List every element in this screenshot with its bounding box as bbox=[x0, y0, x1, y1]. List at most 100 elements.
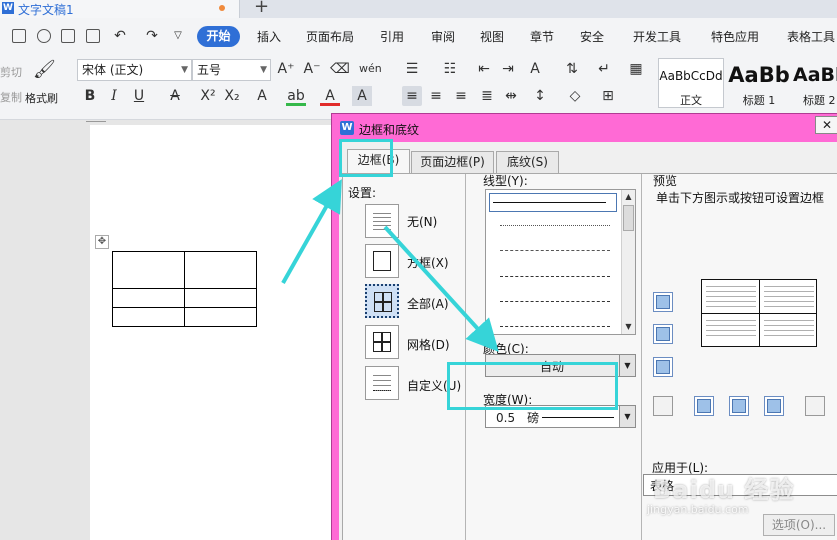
numbered-list-icon[interactable]: ☷ bbox=[440, 59, 460, 79]
tab-view[interactable]: 视图 bbox=[480, 28, 504, 45]
phonetic-guide-icon[interactable]: wén bbox=[359, 59, 382, 79]
scroll-up-icon[interactable]: ▲ bbox=[622, 190, 635, 204]
table-cell[interactable] bbox=[184, 307, 257, 327]
line-style-dash-dot-dot[interactable] bbox=[500, 326, 610, 327]
grow-font-icon[interactable]: A⁺ bbox=[276, 59, 296, 79]
setting-all-icon[interactable] bbox=[365, 284, 399, 318]
format-painter-button[interactable]: 格式刷 bbox=[25, 90, 58, 106]
line-spacing-icon[interactable]: ↕ bbox=[530, 86, 550, 106]
save-icon[interactable] bbox=[12, 29, 26, 43]
cut-button[interactable]: 剪切 bbox=[0, 64, 22, 80]
output-pdf-icon[interactable] bbox=[37, 29, 51, 43]
line-style-scrollbar[interactable]: ▲ ▼ bbox=[621, 190, 635, 334]
tab-special-apps[interactable]: 特色应用 bbox=[711, 28, 759, 45]
font-color-icon[interactable]: A bbox=[320, 86, 340, 106]
left-border-button[interactable] bbox=[694, 396, 714, 416]
tab-chapter[interactable]: 章节 bbox=[530, 28, 554, 45]
tab-insert[interactable]: 插入 bbox=[257, 28, 281, 45]
decrease-indent-icon[interactable]: ⇤ bbox=[474, 59, 494, 79]
character-shading-icon[interactable]: A bbox=[352, 86, 372, 106]
print-preview-icon[interactable] bbox=[86, 29, 100, 43]
subscript-icon[interactable]: X₂ bbox=[222, 86, 242, 106]
chevron-down-icon[interactable]: ▼ bbox=[619, 406, 635, 427]
tab-references[interactable]: 引用 bbox=[380, 28, 404, 45]
shrink-font-icon[interactable]: A⁻ bbox=[302, 59, 322, 79]
bold-icon[interactable]: B bbox=[80, 86, 100, 106]
setting-box-icon[interactable] bbox=[365, 244, 399, 278]
style-normal[interactable]: AaBbCcDd 正文 bbox=[658, 58, 724, 108]
underline-icon[interactable]: U bbox=[129, 86, 149, 106]
tab-security[interactable]: 安全 bbox=[580, 28, 604, 45]
quick-access-dropdown-icon[interactable]: ▽ bbox=[168, 26, 188, 46]
line-style-dash-dot[interactable] bbox=[500, 301, 610, 302]
border-preview[interactable] bbox=[701, 279, 817, 347]
tab-table-tools[interactable]: 表格工具 bbox=[787, 28, 835, 45]
tab-start[interactable]: 开始 bbox=[197, 26, 240, 47]
align-center-icon[interactable]: ≡ bbox=[426, 86, 446, 106]
undo-icon[interactable]: ↶ bbox=[110, 26, 130, 46]
setting-custom-icon[interactable] bbox=[365, 366, 399, 400]
align-left-icon[interactable]: ≡ bbox=[402, 86, 422, 106]
scroll-down-icon[interactable]: ▼ bbox=[622, 320, 635, 334]
inside-vertical-border-button[interactable] bbox=[729, 396, 749, 416]
font-name-select[interactable]: 宋体 (正文) ▼ bbox=[77, 59, 192, 81]
table-cell[interactable] bbox=[112, 307, 185, 327]
setting-all-label[interactable]: 全部(A) bbox=[407, 295, 449, 312]
table-move-handle-icon[interactable]: ✥ bbox=[95, 235, 109, 249]
setting-grid-icon[interactable] bbox=[365, 325, 399, 359]
setting-box-label[interactable]: 方框(X) bbox=[407, 254, 449, 271]
distributed-align-icon[interactable]: ⇹ bbox=[501, 86, 521, 106]
increase-indent-icon[interactable]: ⇥ bbox=[498, 59, 518, 79]
italic-icon[interactable]: I bbox=[104, 86, 124, 106]
text-effect-icon[interactable]: A bbox=[252, 86, 272, 106]
table-insert-icon[interactable]: ▦ bbox=[626, 59, 646, 79]
dialog-title-bar[interactable]: W 边框和底纹 ✕ bbox=[332, 114, 837, 142]
style-heading-1[interactable]: AaBb 标题 1 bbox=[726, 58, 792, 108]
line-style-dashed-fine[interactable] bbox=[500, 250, 610, 251]
line-style-list[interactable]: ▲ ▼ bbox=[485, 189, 636, 335]
setting-grid-label[interactable]: 网格(D) bbox=[407, 336, 450, 353]
setting-none-icon[interactable] bbox=[365, 204, 399, 238]
tab-review[interactable]: 审阅 bbox=[431, 28, 455, 45]
line-style-dashed[interactable] bbox=[500, 276, 610, 277]
table-cell[interactable] bbox=[184, 251, 257, 289]
copy-button[interactable]: 复制 bbox=[0, 89, 22, 105]
superscript-icon[interactable]: X² bbox=[198, 86, 218, 106]
chevron-down-icon[interactable]: ▼ bbox=[619, 355, 635, 376]
scroll-thumb[interactable] bbox=[623, 205, 634, 231]
diagonal-up-border-button[interactable] bbox=[805, 396, 825, 416]
show-marks-icon[interactable]: ↵ bbox=[594, 59, 614, 79]
inside-horizontal-border-button[interactable] bbox=[653, 324, 673, 344]
document-tab[interactable]: W 文字文稿1 bbox=[0, 0, 240, 18]
close-icon[interactable]: ✕ bbox=[815, 116, 837, 134]
style-heading-2[interactable]: AaBl 标题 2 bbox=[792, 58, 837, 108]
right-border-button[interactable] bbox=[764, 396, 784, 416]
setting-none-label[interactable]: 无(N) bbox=[407, 213, 437, 230]
bullet-list-icon[interactable]: ☰ bbox=[402, 59, 422, 79]
tab-page-layout[interactable]: 页面布局 bbox=[306, 28, 354, 45]
format-painter-icon[interactable]: 🖌 bbox=[33, 60, 56, 80]
diagonal-down-border-button[interactable] bbox=[653, 396, 673, 416]
print-icon[interactable] bbox=[61, 29, 75, 43]
table-cell[interactable] bbox=[112, 251, 185, 289]
highlight-color-icon[interactable]: ab bbox=[286, 86, 306, 106]
shading-fill-icon[interactable]: ◇ bbox=[565, 86, 585, 106]
top-border-button[interactable] bbox=[653, 292, 673, 312]
redo-icon[interactable]: ↷ bbox=[142, 26, 162, 46]
document-page[interactable] bbox=[90, 125, 350, 540]
strikethrough-icon[interactable]: A bbox=[165, 86, 185, 106]
clear-format-icon[interactable]: ⌫ bbox=[330, 59, 350, 79]
bottom-border-button[interactable] bbox=[653, 357, 673, 377]
table-cell[interactable] bbox=[112, 288, 185, 308]
new-tab-plus-icon[interactable]: + bbox=[254, 0, 269, 17]
borders-icon[interactable]: ⊞ bbox=[598, 86, 618, 106]
document-table[interactable] bbox=[112, 251, 257, 327]
align-right-icon[interactable]: ≡ bbox=[451, 86, 471, 106]
chinese-layout-icon[interactable]: A bbox=[525, 59, 545, 79]
tab-page-borders[interactable]: 页面边框(P) bbox=[411, 151, 494, 173]
font-size-select[interactable]: 五号 ▼ bbox=[192, 59, 271, 81]
line-style-dotted[interactable] bbox=[500, 225, 610, 226]
justify-icon[interactable]: ≣ bbox=[477, 86, 497, 106]
sort-icon[interactable]: ⇅ bbox=[562, 59, 582, 79]
tab-shading[interactable]: 底纹(S) bbox=[496, 151, 559, 173]
